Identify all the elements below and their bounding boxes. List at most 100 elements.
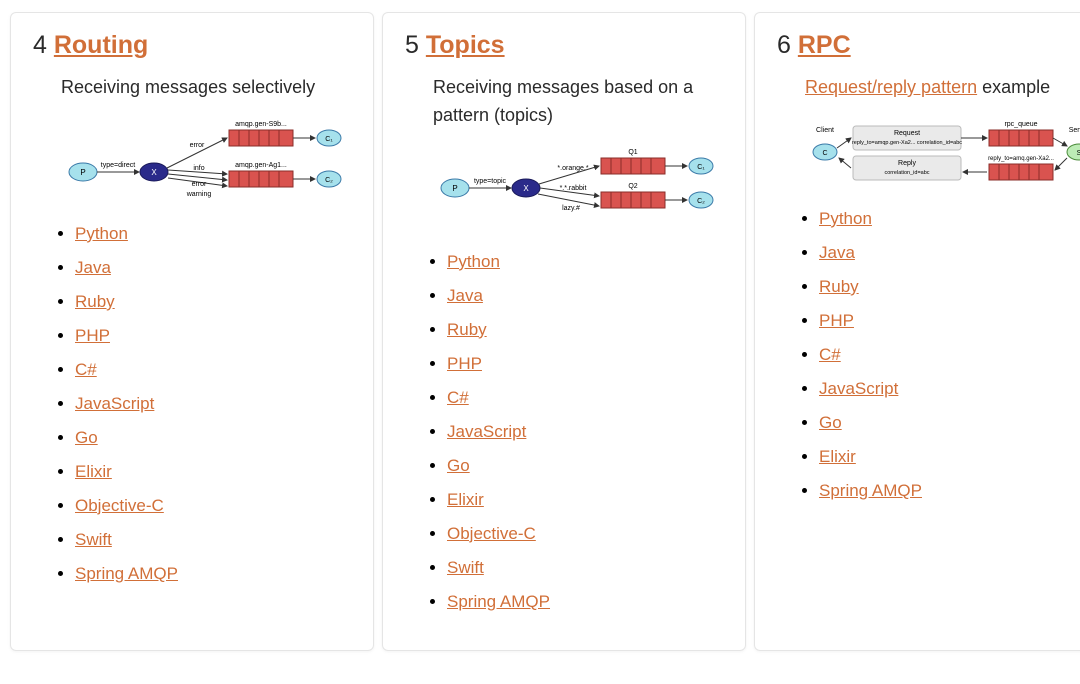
language-item: C# — [819, 345, 1080, 365]
svg-text:C₁: C₁ — [697, 164, 705, 171]
svg-text:C₁: C₁ — [325, 136, 333, 143]
svg-text:P: P — [452, 184, 457, 193]
language-link[interactable]: Ruby — [819, 277, 859, 296]
language-link[interactable]: Elixir — [75, 462, 112, 481]
language-item: C# — [75, 360, 351, 380]
tutorial-title-link[interactable]: RPC — [798, 31, 851, 59]
tutorial-description-tail: example — [977, 77, 1050, 97]
language-item: JavaScript — [75, 394, 351, 414]
svg-text:type=direct: type=direct — [101, 162, 135, 169]
language-link[interactable]: Swift — [447, 558, 484, 577]
language-link[interactable]: Java — [75, 258, 111, 277]
language-link[interactable]: Python — [819, 209, 872, 228]
tutorial-inline-link[interactable]: Request/reply pattern — [805, 77, 977, 97]
language-item: Swift — [75, 530, 351, 550]
svg-text:amqp.gen-Ag1...: amqp.gen-Ag1... — [235, 162, 287, 169]
tutorial-title-link[interactable]: Routing — [54, 31, 148, 59]
language-link[interactable]: Elixir — [447, 490, 484, 509]
svg-text:S: S — [1077, 150, 1080, 157]
language-link[interactable]: JavaScript — [819, 379, 898, 398]
language-link[interactable]: PHP — [819, 311, 854, 330]
tutorial-description-text: Receiving messages selectively — [61, 77, 315, 97]
svg-text:X: X — [523, 184, 529, 193]
svg-text:info: info — [193, 165, 204, 172]
language-item: Swift — [447, 558, 723, 578]
language-item: C# — [447, 388, 723, 408]
rpc-diagram: Client C Request reply_to=amqp.gen-Xa2..… — [805, 112, 1080, 192]
language-item: PHP — [75, 326, 351, 346]
language-item: Objective-C — [447, 524, 723, 544]
language-link[interactable]: PHP — [447, 354, 482, 373]
svg-text:C₂: C₂ — [325, 177, 333, 184]
language-link[interactable]: Spring AMQP — [447, 592, 550, 611]
language-link[interactable]: Objective-C — [447, 524, 536, 543]
svg-text:*.orange.*: *.orange.* — [557, 165, 588, 172]
tutorial-description: Receiving messages based on a pattern (t… — [433, 74, 723, 130]
svg-text:Reply: Reply — [898, 160, 916, 167]
language-link[interactable]: Elixir — [819, 447, 856, 466]
language-item: Java — [75, 258, 351, 278]
svg-text:Client: Client — [816, 127, 834, 134]
language-item: Elixir — [447, 490, 723, 510]
tutorial-title: 6 RPC — [777, 31, 1080, 60]
language-list: Python Java Ruby PHP C# JavaScript Go Elixir Spr… — [777, 209, 1080, 501]
language-link[interactable]: Ruby — [447, 320, 487, 339]
svg-text:Server: Server — [1069, 127, 1080, 134]
tutorial-title-link[interactable]: Topics — [426, 31, 505, 59]
language-item: Elixir — [819, 447, 1080, 467]
language-link[interactable]: Swift — [75, 530, 112, 549]
language-link[interactable]: JavaScript — [447, 422, 526, 441]
language-item: Python — [819, 209, 1080, 229]
language-link[interactable]: C# — [819, 345, 841, 364]
tutorial-number: 6 — [777, 31, 791, 59]
svg-text:C: C — [822, 150, 827, 157]
language-item: Objective-C — [75, 496, 351, 516]
language-item: Ruby — [75, 292, 351, 312]
language-item: Go — [447, 456, 723, 476]
language-item: Java — [819, 243, 1080, 263]
svg-text:reply_to=amq.gen-Xa2...: reply_to=amq.gen-Xa2... — [988, 156, 1054, 162]
tutorial-card-topics: 5 Topics Receiving messages based on a pa… — [382, 12, 746, 651]
tutorial-card-rpc: 6 RPC Request/reply pattern example Clien… — [754, 12, 1080, 651]
tutorial-description-text: Receiving messages based on a pattern (t… — [433, 77, 693, 125]
tutorial-description: Receiving messages selectively — [61, 74, 351, 102]
tutorial-card-routing: 4 RoutingReceiving messages selectively … — [10, 12, 374, 651]
language-link[interactable]: JavaScript — [75, 394, 154, 413]
tutorial-title: 4 Routing — [33, 31, 351, 60]
tutorial-number: 5 — [405, 31, 419, 59]
language-link[interactable]: C# — [75, 360, 97, 379]
language-item: JavaScript — [819, 379, 1080, 399]
svg-text:correlation_id=abc: correlation_id=abc — [884, 170, 929, 176]
language-link[interactable]: Spring AMQP — [819, 481, 922, 500]
language-link[interactable]: Python — [447, 252, 500, 271]
svg-text:lazy.#: lazy.# — [562, 205, 580, 212]
tutorial-description: Request/reply pattern example — [805, 74, 1080, 102]
language-list: Python Java Ruby PHP C# JavaScript Go Elixir Obj… — [33, 224, 351, 584]
language-link[interactable]: Go — [75, 428, 98, 447]
language-link[interactable]: Go — [447, 456, 470, 475]
language-item: PHP — [819, 311, 1080, 331]
language-link[interactable]: C# — [447, 388, 469, 407]
language-link[interactable]: Java — [819, 243, 855, 262]
language-link[interactable]: Objective-C — [75, 496, 164, 515]
language-link[interactable]: Spring AMQP — [75, 564, 178, 583]
svg-text:Q1: Q1 — [628, 149, 637, 156]
language-item: Spring AMQP — [819, 481, 1080, 501]
language-link[interactable]: Go — [819, 413, 842, 432]
tutorial-cards: 4 RoutingReceiving messages selectively … — [10, 12, 1070, 651]
tutorial-diagram: P type=topic X Q1 Q2 *.orange.* *.*.rabb… — [433, 140, 723, 240]
language-link[interactable]: Python — [75, 224, 128, 243]
language-item: Elixir — [75, 462, 351, 482]
svg-text:error: error — [192, 181, 207, 188]
language-link[interactable]: Ruby — [75, 292, 115, 311]
language-item: JavaScript — [447, 422, 723, 442]
language-item: Go — [819, 413, 1080, 433]
topics-diagram: P type=topic X Q1 Q2 *.orange.* *.*.rabb… — [433, 140, 723, 235]
svg-text:amqp.gen-S9b...: amqp.gen-S9b... — [235, 121, 287, 128]
language-link[interactable]: Java — [447, 286, 483, 305]
language-item: Ruby — [819, 277, 1080, 297]
language-item: Spring AMQP — [447, 592, 723, 612]
svg-text:rpc_queue: rpc_queue — [1004, 121, 1037, 128]
language-link[interactable]: PHP — [75, 326, 110, 345]
svg-text:P: P — [80, 168, 85, 177]
